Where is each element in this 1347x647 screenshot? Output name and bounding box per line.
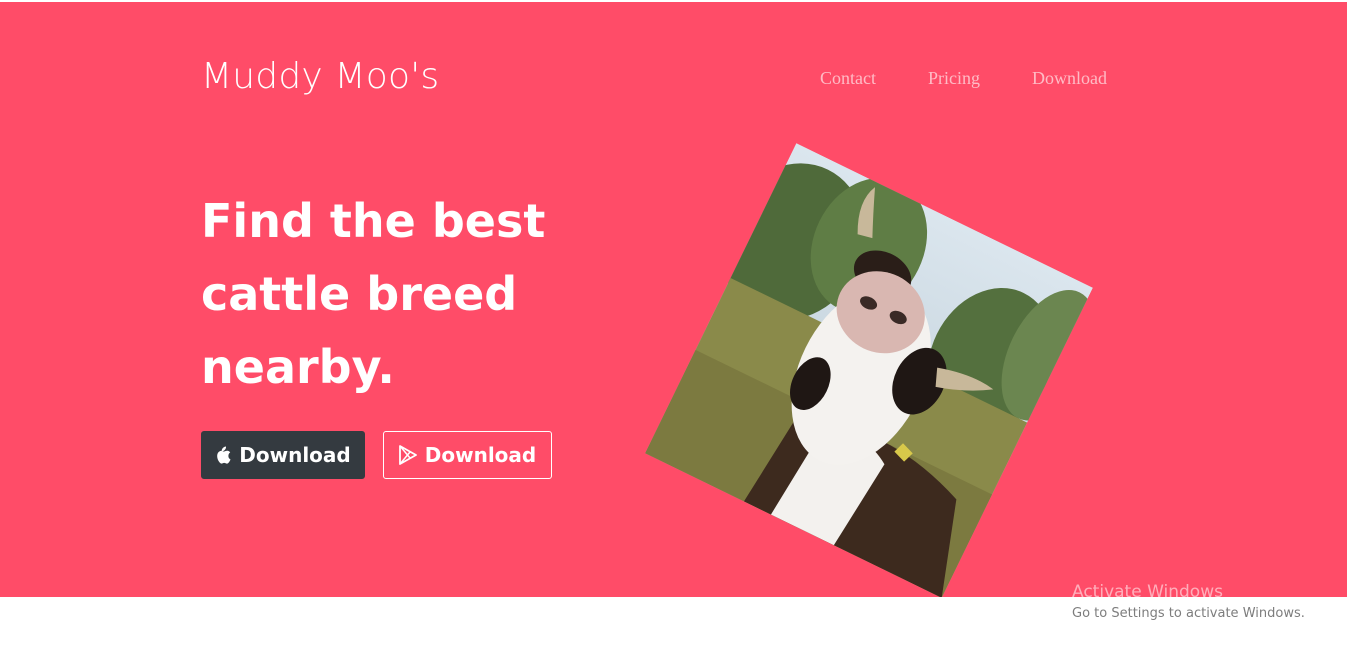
apple-download-button[interactable]: Download: [201, 431, 365, 479]
play-store-download-button[interactable]: Download: [383, 431, 552, 479]
cow-illustration: [645, 143, 1093, 597]
headline-line: nearby.: [201, 340, 395, 394]
main-nav: Contact Pricing Download: [820, 68, 1107, 89]
apple-download-label: Download: [239, 443, 351, 467]
watermark-title: Activate Windows: [1072, 582, 1223, 602]
nav-pricing-link[interactable]: Pricing: [928, 68, 980, 89]
headline-line: Find the best: [201, 194, 546, 248]
play-store-icon: [398, 445, 417, 465]
watermark-subtitle: Go to Settings to activate Windows.: [1072, 606, 1305, 621]
play-store-download-label: Download: [424, 443, 537, 467]
nav-download-link[interactable]: Download: [1032, 68, 1107, 89]
hero-section: Muddy Moo's Contact Pricing Download Fin…: [0, 2, 1347, 597]
os-activation-watermark: Activate Windows Go to Settings to activ…: [1072, 582, 1305, 621]
headline-line: cattle breed: [201, 267, 518, 321]
apple-icon: [215, 446, 231, 465]
brand-logo[interactable]: Muddy Moo's: [201, 56, 439, 97]
nav-contact-link[interactable]: Contact: [820, 68, 876, 89]
cow-photo: [645, 143, 1093, 597]
hero-headline: Find the best cattle breed nearby.: [201, 185, 621, 404]
